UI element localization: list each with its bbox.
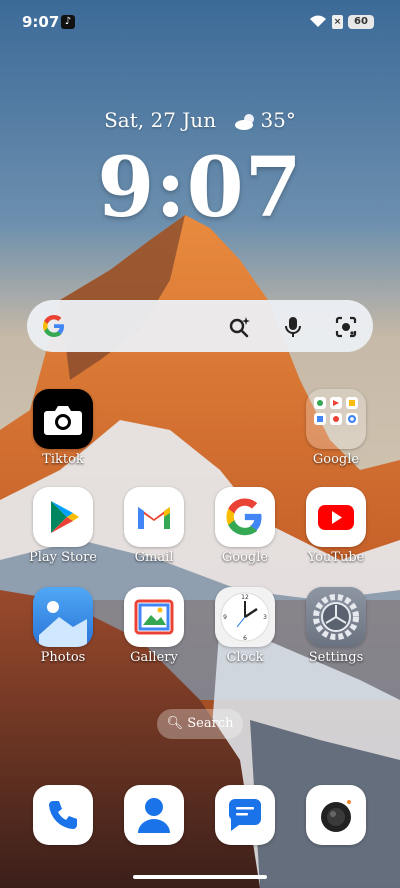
app-label: Google	[312, 452, 360, 467]
camera-app-icon	[33, 389, 93, 449]
contacts-icon	[124, 785, 184, 845]
sim-icon: ×	[332, 15, 343, 29]
battery-icon: 60	[348, 15, 374, 29]
svg-text:12: 12	[241, 594, 249, 601]
app-label: Photos	[40, 650, 86, 665]
mic-icon[interactable]	[281, 314, 305, 340]
app-gallery[interactable]: Gallery	[114, 587, 194, 665]
play-store-icon	[33, 487, 93, 547]
status-bar: 9:07 ♪ × 60	[0, 0, 400, 44]
app-label: Settings	[308, 650, 364, 665]
lens-icon[interactable]	[333, 314, 359, 340]
search-pill-label: Search	[187, 716, 234, 731]
temperature-text: 35°	[260, 108, 296, 132]
dock-phone[interactable]	[23, 785, 103, 845]
phone-icon	[33, 785, 93, 845]
dock-camera[interactable]	[296, 785, 376, 845]
svg-text:3: 3	[263, 614, 267, 621]
app-gmail[interactable]: Gmail	[114, 487, 194, 565]
svg-text:6: 6	[243, 635, 247, 642]
app-label: Gmail	[134, 550, 174, 565]
ai-search-icon[interactable]	[227, 314, 253, 340]
app-label: Gallery	[130, 650, 178, 665]
app-photos[interactable]: Photos	[23, 587, 103, 665]
app-label: Tiktok	[42, 452, 84, 467]
app-settings[interactable]: Settings	[296, 587, 376, 665]
app-folder-google[interactable]: Google	[296, 389, 376, 467]
search-icon: 🔍︎	[166, 716, 184, 731]
google-app-icon	[215, 487, 275, 547]
date-weather-widget[interactable]: Sat, 27 Jun 35°	[0, 108, 400, 132]
app-label: Play Store	[29, 550, 97, 565]
app-label: Clock	[226, 650, 264, 665]
clock-widget[interactable]: 9:07	[0, 140, 400, 236]
dock-contacts[interactable]	[114, 785, 194, 845]
svg-text:9: 9	[223, 614, 227, 621]
date-text: Sat, 27 Jun	[104, 108, 217, 132]
partly-cloudy-icon	[235, 113, 255, 130]
status-time: 9:07	[22, 13, 60, 31]
tiktok-notification-icon: ♪	[61, 15, 75, 29]
dock-messages[interactable]	[205, 785, 285, 845]
photos-icon	[33, 587, 93, 647]
camera-icon	[306, 785, 366, 845]
app-tiktok[interactable]: Tiktok	[23, 389, 103, 467]
app-youtube[interactable]: YouTube	[296, 487, 376, 565]
wifi-icon	[310, 15, 326, 27]
app-label: Google	[221, 550, 269, 565]
settings-gear-icon	[306, 587, 366, 647]
google-folder-icon	[306, 389, 366, 449]
app-search-pill[interactable]: 🔍︎ Search	[157, 709, 243, 739]
gallery-icon	[124, 587, 184, 647]
gmail-icon	[124, 487, 184, 547]
google-search-bar[interactable]	[27, 300, 373, 352]
gesture-nav-bar[interactable]	[133, 875, 267, 879]
clock-icon: 12 3 6 9	[215, 587, 275, 647]
app-clock[interactable]: 12 3 6 9 Clock	[205, 587, 285, 665]
youtube-icon	[306, 487, 366, 547]
app-google[interactable]: Google	[205, 487, 285, 565]
google-icon	[43, 315, 64, 337]
messages-icon	[215, 785, 275, 845]
app-play-store[interactable]: Play Store	[23, 487, 103, 565]
app-label: YouTube	[307, 550, 365, 565]
